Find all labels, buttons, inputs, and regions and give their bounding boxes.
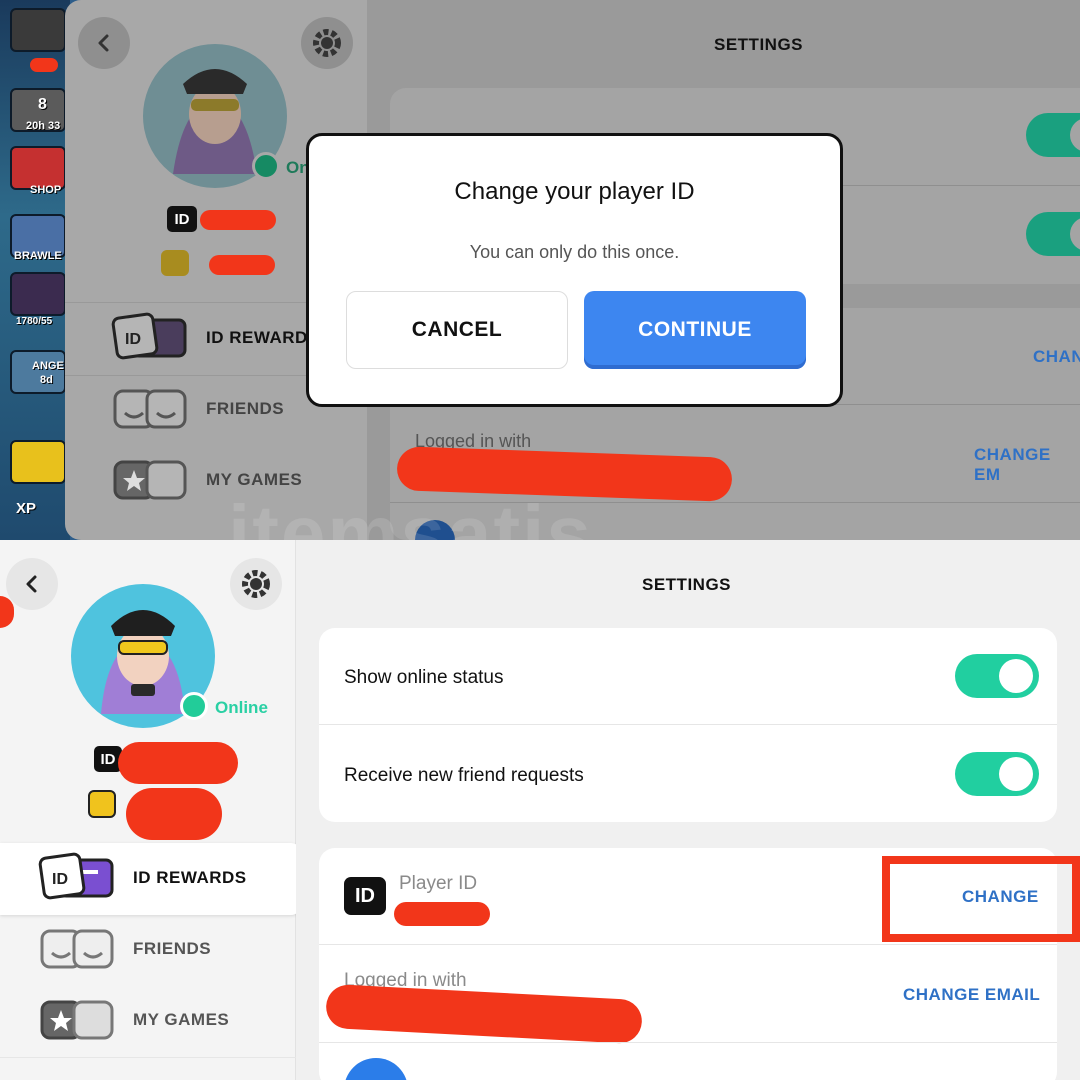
toggle-friend-requests[interactable] — [1026, 212, 1080, 256]
angel-label: ANGE — [32, 360, 64, 372]
games-icon — [113, 460, 187, 500]
cancel-button[interactable]: CANCEL — [346, 291, 568, 369]
angel-sub: 8d — [40, 374, 53, 386]
top-screenshot: 8 20h 33 SHOP BRAWLE 1780/55 ANGE 8d XP — [0, 0, 1080, 540]
change-email-link[interactable]: CHANGE EM — [974, 445, 1080, 485]
toggle-label-friend-requests: Receive new friend requests — [344, 765, 584, 786]
player-id-label: Player ID — [399, 873, 478, 894]
sidebar-item-label: ID REWARDS — [206, 328, 320, 347]
club-icon — [88, 790, 116, 818]
trophy-item[interactable] — [10, 272, 66, 316]
svg-text:ID: ID — [125, 331, 141, 348]
continue-button[interactable]: CONTINUE — [584, 291, 806, 369]
xp-item[interactable] — [10, 440, 66, 484]
redaction-mark — [30, 58, 58, 72]
change-player-id-dialog: Change your player ID You can only do th… — [306, 133, 843, 407]
trophy-label: 1780/55 — [16, 316, 53, 327]
toggle-online-status[interactable] — [955, 654, 1039, 698]
toggle-online-status[interactable] — [1026, 113, 1080, 157]
redaction-mark — [209, 255, 275, 275]
settings-button[interactable] — [301, 17, 353, 69]
highlight-box — [882, 856, 1080, 942]
player-id-icon: ID — [344, 877, 386, 915]
id-card-icon: ID — [111, 312, 187, 360]
toggle-label-online-status: Show online status — [344, 667, 504, 688]
online-status-dot — [180, 692, 208, 720]
bottom-screenshot: Online ID ID ID REWARDS FRIENDS MY GAMES… — [0, 540, 1080, 1080]
toggle-knob — [999, 659, 1033, 693]
divider — [0, 1057, 296, 1058]
sidebar-item-label: ID REWARDS — [133, 868, 247, 887]
gear-icon — [242, 570, 270, 598]
settings-button[interactable] — [230, 558, 282, 610]
divider — [319, 1042, 1057, 1043]
games-icon — [40, 1000, 114, 1040]
dialog-title: Change your player ID — [454, 178, 695, 205]
game-hud-strip: 8 20h 33 SHOP BRAWLE 1780/55 ANGE 8d XP — [0, 0, 70, 540]
brawlers-label: BRAWLE — [14, 250, 62, 262]
redaction-mark — [200, 210, 276, 230]
sidebar-item-friends[interactable]: FRIENDS — [38, 925, 211, 973]
privacy-card — [319, 628, 1057, 822]
change-id-link[interactable]: CHAN — [1033, 347, 1080, 367]
toggle-knob — [1070, 217, 1080, 251]
toggle-knob — [999, 757, 1033, 791]
toggle-knob — [1070, 118, 1080, 152]
id-card-icon: ID — [38, 852, 114, 900]
timer-label: 20h 33 — [26, 120, 61, 132]
angel-item[interactable] — [10, 350, 66, 394]
shop-label: SHOP — [30, 184, 62, 196]
back-button[interactable] — [6, 558, 58, 610]
sidebar-item-label: FRIENDS — [133, 939, 212, 958]
settings-main: SETTINGS Show online status Receive new … — [296, 540, 1080, 1080]
toggle-friend-requests[interactable] — [955, 752, 1039, 796]
xp-label: XP — [16, 500, 37, 517]
sidebar-item-label: FRIENDS — [206, 399, 285, 418]
page-title: SETTINGS — [642, 575, 732, 594]
sidebar-item-my-games[interactable]: MY GAMES — [38, 996, 229, 1044]
divider — [319, 724, 1057, 725]
redaction-mark — [126, 788, 222, 840]
redaction-mark — [118, 742, 238, 784]
sidebar-item-friends[interactable]: FRIENDS — [111, 385, 284, 433]
svg-text:ID: ID — [52, 871, 68, 888]
sidebar-item-label: MY GAMES — [133, 1010, 230, 1029]
change-email-link[interactable]: CHANGE EMAIL — [903, 985, 1040, 1005]
sidebar-item-id-rewards[interactable]: ID ID REWARDS — [38, 852, 247, 904]
friends-icon — [40, 929, 114, 969]
gear-icon — [313, 29, 341, 57]
sidebar-item-id-rewards[interactable]: ID ID REWARDS — [111, 312, 320, 364]
watermark: itemsatis — [228, 489, 593, 540]
game-hud-item[interactable] — [10, 8, 66, 52]
back-arrow-icon — [26, 575, 37, 593]
timer-value: 8 — [38, 96, 47, 113]
sidebar-item-label: MY GAMES — [206, 470, 303, 489]
page-title: SETTINGS — [714, 35, 804, 54]
redaction-mark — [394, 902, 490, 926]
online-label: Online — [215, 698, 268, 717]
dialog-subtitle: You can only do this once. — [469, 242, 680, 262]
sidebar-panel: Online ID ID ID REWARDS FRIENDS MY GAMES — [0, 540, 301, 1080]
friends-icon — [113, 389, 187, 429]
back-button[interactable] — [78, 17, 130, 69]
id-badge-icon: ID — [167, 206, 197, 232]
online-status-dot — [252, 152, 280, 180]
back-arrow-icon — [98, 34, 109, 52]
divider — [319, 944, 1057, 945]
club-icon — [161, 250, 189, 276]
